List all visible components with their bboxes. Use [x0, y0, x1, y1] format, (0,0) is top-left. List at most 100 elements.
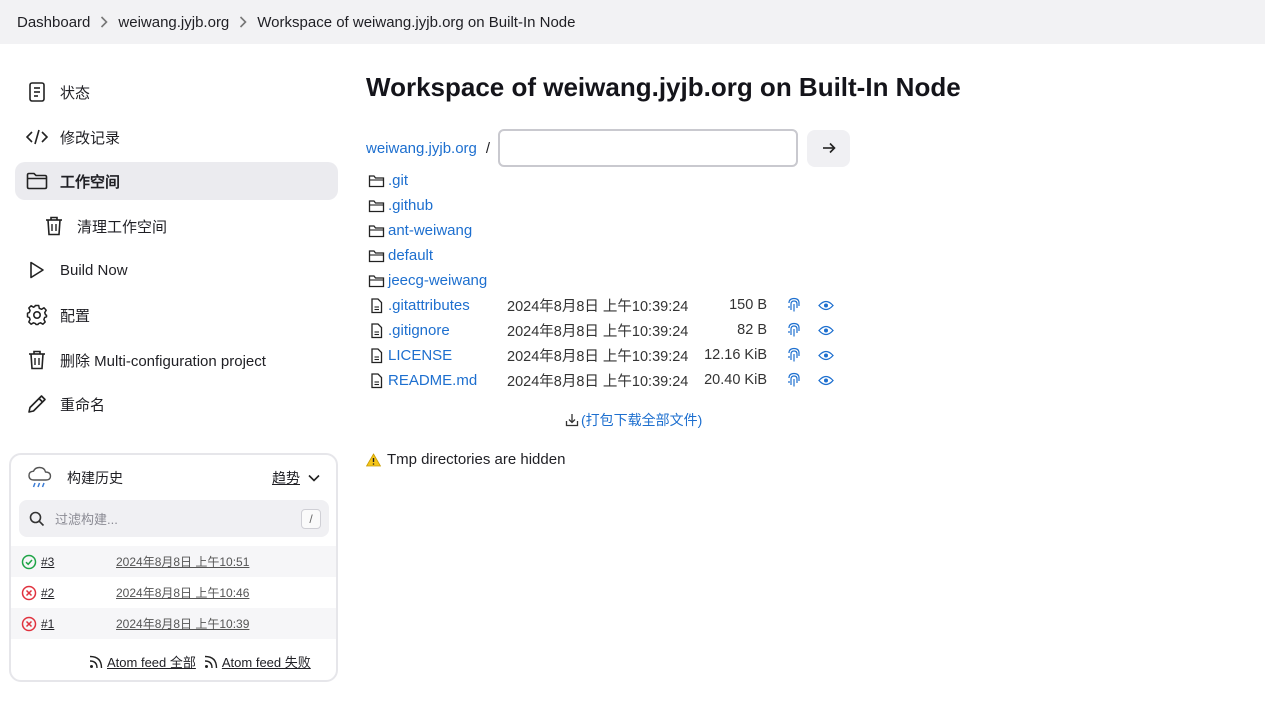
file-link[interactable]: README.md: [388, 372, 507, 389]
eye-icon[interactable]: [816, 296, 836, 314]
file-link[interactable]: .gitattributes: [388, 297, 507, 314]
eye-icon[interactable]: [816, 371, 836, 389]
file-entry[interactable]: LICENSE 2024年8月8日 上午10:39:24 12.16 KiB: [368, 344, 836, 366]
sidebar-item-status[interactable]: 状态: [15, 73, 338, 111]
workspace-root-link[interactable]: weiwang.jyjb.org: [366, 140, 477, 157]
build-number-link[interactable]: #2: [41, 586, 116, 600]
build-number-link[interactable]: #1: [41, 617, 116, 631]
rss-icon: [89, 655, 103, 669]
tmp-hidden-notice: Tmp directories are hidden: [366, 451, 565, 468]
atom-feed-failed-link[interactable]: Atom feed 失败: [204, 652, 311, 671]
trash-icon: [25, 348, 49, 372]
trend-link[interactable]: 趋势: [272, 468, 320, 488]
directory-entry[interactable]: default: [368, 244, 507, 266]
sidebar-item-changes[interactable]: 修改记录: [15, 118, 338, 156]
build-row[interactable]: #3 2024年8月8日 上午10:51: [11, 546, 336, 577]
file-icon: [368, 347, 385, 364]
sidebar-item-configure[interactable]: 配置: [15, 296, 338, 334]
file-icon: [368, 297, 385, 314]
file-size: 82 B: [737, 322, 767, 338]
build-history-title: 构建历史: [67, 470, 123, 486]
gear-icon: [25, 303, 49, 327]
tmp-hidden-text: Tmp directories are hidden: [387, 451, 566, 468]
success-icon: [21, 554, 37, 570]
breadcrumb-workspace[interactable]: Workspace of weiwang.jyjb.org on Built-I…: [257, 14, 575, 31]
directory-link[interactable]: .github: [388, 197, 507, 214]
sidebar-item-label: Build Now: [60, 261, 128, 279]
folder-icon: [25, 169, 49, 193]
download-all-label: (打包下载全部文件): [581, 412, 703, 428]
folder-icon: [368, 172, 385, 189]
build-history-panel: 构建历史 趋势 过滤构建... / #3 2024年8月8日 上午10:51 #…: [9, 453, 338, 682]
workspace-path-input[interactable]: [498, 129, 799, 167]
go-button[interactable]: [807, 129, 851, 167]
path-separator: /: [485, 139, 491, 157]
directory-entry[interactable]: ant-weiwang: [368, 219, 507, 241]
folder-icon: [368, 222, 385, 239]
sidebar-item-label: 删除 Multi-configuration project: [60, 352, 266, 370]
file-entry[interactable]: .gitattributes 2024年8月8日 上午10:39:24 150 …: [368, 294, 836, 316]
file-size: 20.40 KiB: [704, 372, 767, 388]
sidebar-item-rename[interactable]: 重命名: [15, 385, 338, 423]
workspace-path-bar: weiwang.jyjb.org /: [366, 129, 851, 167]
rss-icon: [204, 655, 218, 669]
failed-icon: [21, 585, 37, 601]
document-icon: [25, 80, 49, 104]
directory-link[interactable]: default: [388, 247, 507, 264]
sidebar-item-label: 清理工作空间: [77, 218, 168, 236]
atom-feed-all-label: Atom feed 全部: [107, 655, 196, 670]
build-row[interactable]: #1 2024年8月8日 上午10:39: [11, 608, 336, 639]
eye-icon[interactable]: [816, 346, 836, 364]
atom-feed-all-link[interactable]: Atom feed 全部: [89, 652, 196, 671]
filter-shortcut-key: /: [301, 508, 321, 529]
sidebar-item-wipe-workspace[interactable]: 清理工作空间: [15, 207, 338, 245]
build-number-link[interactable]: #3: [41, 555, 116, 569]
breadcrumb-dashboard[interactable]: Dashboard: [17, 14, 90, 31]
file-date: 2024年8月8日 上午10:39:24: [507, 348, 689, 365]
directory-link[interactable]: jeecg-weiwang: [388, 272, 507, 289]
fingerprint-icon[interactable]: [784, 321, 804, 339]
folder-icon: [368, 272, 385, 289]
fingerprint-icon[interactable]: [784, 371, 804, 389]
arrow-right-icon: [822, 142, 836, 154]
sidebar-item-delete-project[interactable]: 删除 Multi-configuration project: [15, 341, 338, 379]
download-all-zip-link[interactable]: (打包下载全部文件): [565, 410, 702, 430]
breadcrumb-project[interactable]: weiwang.jyjb.org: [118, 14, 229, 31]
breadcrumb: Dashboard weiwang.jyjb.org Workspace of …: [0, 0, 1265, 44]
build-time-link[interactable]: 2024年8月8日 上午10:51: [116, 553, 249, 570]
file-size: 12.16 KiB: [704, 347, 767, 363]
folder-icon: [368, 247, 385, 264]
download-icon: [565, 413, 579, 427]
page-title: Workspace of weiwang.jyjb.org on Built-I…: [366, 72, 961, 102]
directory-link[interactable]: .git: [388, 172, 507, 189]
trend-label: 趋势: [272, 470, 300, 486]
sidebar-item-workspace[interactable]: 工作空间: [15, 162, 338, 200]
directory-entry[interactable]: jeecg-weiwang: [368, 269, 507, 291]
file-link[interactable]: LICENSE: [388, 347, 507, 364]
build-filter-placeholder: 过滤构建...: [55, 512, 118, 527]
file-entry[interactable]: .gitignore 2024年8月8日 上午10:39:24 82 B: [368, 319, 836, 341]
trash-icon: [42, 214, 66, 238]
build-row[interactable]: #2 2024年8月8日 上午10:46: [11, 577, 336, 608]
sidebar-item-label: 修改记录: [60, 129, 121, 147]
file-date: 2024年8月8日 上午10:39:24: [507, 323, 689, 340]
directory-entry[interactable]: .github: [368, 194, 507, 216]
directory-entry[interactable]: .git: [368, 169, 507, 191]
eye-icon[interactable]: [816, 321, 836, 339]
folder-icon: [368, 197, 385, 214]
build-time-link[interactable]: 2024年8月8日 上午10:39: [116, 615, 249, 632]
build-filter-input[interactable]: 过滤构建... /: [19, 500, 329, 537]
fingerprint-icon[interactable]: [784, 296, 804, 314]
file-icon: [368, 322, 385, 339]
file-size: 150 B: [729, 297, 767, 313]
sidebar-item-build-now[interactable]: Build Now: [15, 251, 338, 289]
file-date: 2024年8月8日 上午10:39:24: [507, 298, 689, 315]
file-link[interactable]: .gitignore: [388, 322, 507, 339]
directory-link[interactable]: ant-weiwang: [388, 222, 507, 239]
build-time-link[interactable]: 2024年8月8日 上午10:46: [116, 584, 249, 601]
atom-feed-failed-label: Atom feed 失败: [221, 655, 311, 670]
file-entry[interactable]: README.md 2024年8月8日 上午10:39:24 20.40 KiB: [368, 369, 836, 391]
play-icon: [25, 258, 49, 282]
fingerprint-icon[interactable]: [784, 346, 804, 364]
sidebar-item-label: 状态: [60, 84, 91, 102]
